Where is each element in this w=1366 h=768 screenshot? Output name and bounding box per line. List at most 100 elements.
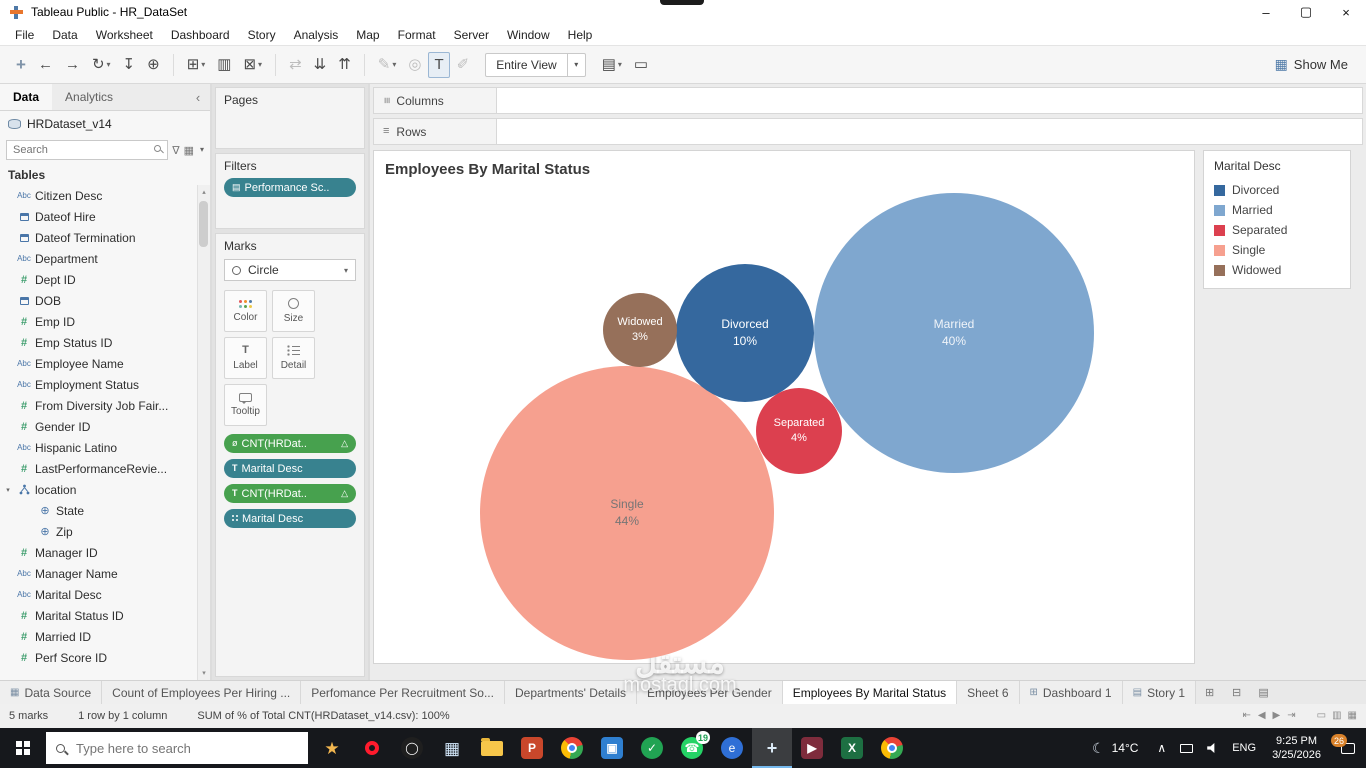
field-marital-status-id[interactable]: #Marital Status ID <box>0 605 197 626</box>
bubble-separated[interactable]: Separated4% <box>756 388 842 474</box>
first-sheet-icon[interactable]: ⇤ <box>1242 711 1250 721</box>
sparkle-app-icon[interactable]: ★ <box>312 728 352 768</box>
show-sheet-sorter-icon[interactable]: ▦ <box>1348 711 1357 721</box>
highlight-button[interactable]: ✎▾ <box>373 52 402 78</box>
bubble-divorced[interactable]: Divorced10% <box>676 264 814 402</box>
excel-icon[interactable]: X <box>832 728 872 768</box>
bubble-widowed[interactable]: Widowed3% <box>603 293 677 367</box>
file-explorer-icon[interactable] <box>472 728 512 768</box>
menu-item-help[interactable]: Help <box>559 28 602 42</box>
fix-axes-button[interactable]: ✐ <box>452 52 475 78</box>
sort-ascending-button[interactable]: ⇊ <box>309 52 332 78</box>
fit-dropdown[interactable]: Entire View▾ <box>485 53 585 77</box>
display-tray-icon[interactable] <box>1173 728 1200 768</box>
show-hidden-icons-button[interactable]: ∧ <box>1150 728 1173 768</box>
marks-pill-cnt-hrdat-2[interactable]: TCNT(HRDat..△ <box>224 484 356 503</box>
field-manager-name[interactable]: AbcManager Name <box>0 563 197 584</box>
scroll-down-icon[interactable]: ▾ <box>202 669 206 677</box>
legend-item-widowed[interactable]: Widowed <box>1204 260 1350 280</box>
mark-type-dropdown[interactable]: Circle ▾ <box>224 259 356 281</box>
marks-pill-marital-desc-3[interactable]: Marital Desc <box>224 509 356 528</box>
save-button[interactable]: ↧ <box>118 52 141 78</box>
presentation-mode-button[interactable]: ▭ <box>629 52 653 78</box>
sheet-tab-dashboard-1[interactable]: ⊞Dashboard 1 <box>1020 681 1123 704</box>
field-list-scrollbar[interactable]: ▴ ▾ <box>197 185 210 680</box>
field-dateof-hire[interactable]: Dateof Hire <box>0 206 197 227</box>
new-story-tab-button[interactable]: ▤ <box>1250 681 1277 704</box>
search-box[interactable] <box>6 140 168 160</box>
columns-drop-area[interactable] <box>497 87 1363 114</box>
field-manager-id[interactable]: #Manager ID <box>0 542 197 563</box>
legend-item-single[interactable]: Single <box>1204 240 1350 260</box>
duplicate-button[interactable]: ▥ <box>212 52 236 78</box>
field-dept-id[interactable]: #Dept ID <box>0 269 197 290</box>
weather-widget[interactable]: ☾ 14°C <box>1080 740 1150 757</box>
field-emp-status-id[interactable]: #Emp Status ID <box>0 332 197 353</box>
menu-item-worksheet[interactable]: Worksheet <box>87 28 162 42</box>
search-input[interactable] <box>7 144 167 156</box>
menu-item-file[interactable]: File <box>6 28 43 42</box>
previous-sheet-icon[interactable]: ◀ <box>1258 711 1266 721</box>
clear-sheet-button[interactable]: ⊠▾ <box>238 52 267 78</box>
browser-app-icon[interactable]: e <box>712 728 752 768</box>
new-worksheet-tab-button[interactable]: ⊞ <box>1196 681 1223 704</box>
task-view-icon[interactable]: ▦ <box>432 728 472 768</box>
last-sheet-icon[interactable]: ⇥ <box>1287 711 1295 721</box>
replay-button[interactable]: ↻▾ <box>87 52 116 78</box>
start-button[interactable] <box>0 728 46 768</box>
language-indicator[interactable]: ENG <box>1225 728 1263 768</box>
field-hispanic-latino[interactable]: AbcHispanic Latino <box>0 437 197 458</box>
legend-item-separated[interactable]: Separated <box>1204 220 1350 240</box>
sheet-tab-count-of-employees-per-hiring[interactable]: Count of Employees Per Hiring ... <box>102 681 301 704</box>
field-citizen-desc[interactable]: AbcCitizen Desc <box>0 185 197 206</box>
new-worksheet-button[interactable]: ⊞▾ <box>182 52 211 78</box>
field-marital-desc[interactable]: AbcMarital Desc <box>0 584 197 605</box>
show-tabs-icon[interactable]: ▭ <box>1317 711 1326 721</box>
field-employee-name[interactable]: AbcEmployee Name <box>0 353 197 374</box>
bubble-married[interactable]: Married40% <box>814 193 1094 473</box>
view-options-caret-icon[interactable]: ▾ <box>200 146 204 154</box>
tab-analytics[interactable]: Analytics <box>52 84 126 110</box>
field-location[interactable]: ▾location <box>0 479 197 500</box>
mark-button-label[interactable]: TLabel <box>224 337 267 379</box>
marks-pill-marital-desc-1[interactable]: TMarital Desc <box>224 459 356 478</box>
sheet-tab-data-source[interactable]: ▦Data Source <box>0 681 102 704</box>
scroll-up-icon[interactable]: ▴ <box>202 188 206 196</box>
swap-rows-columns-button[interactable]: ⇄ <box>284 52 307 78</box>
pages-card[interactable]: Pages <box>215 87 365 149</box>
mark-button-color[interactable]: Color <box>224 290 267 332</box>
powerpoint-icon[interactable]: P <box>512 728 552 768</box>
taskbar-search-input[interactable] <box>74 740 298 757</box>
sheet-tab-sheet-6[interactable]: Sheet 6 <box>957 681 1019 704</box>
menu-item-window[interactable]: Window <box>498 28 559 42</box>
menu-item-data[interactable]: Data <box>43 28 86 42</box>
show-mark-labels-button[interactable]: T <box>428 52 449 78</box>
rows-drop-area[interactable] <box>497 118 1363 145</box>
filters-card[interactable]: Filters ▤Performance Sc.. <box>215 153 365 229</box>
field-gender-id[interactable]: #Gender ID <box>0 416 197 437</box>
menu-item-story[interactable]: Story <box>239 28 285 42</box>
datasource-row[interactable]: HRDataset_v14 <box>0 111 210 137</box>
volume-tray-icon[interactable] <box>1200 728 1225 768</box>
menu-item-dashboard[interactable]: Dashboard <box>162 28 239 42</box>
whatsapp-icon[interactable]: ☎19 <box>672 728 712 768</box>
legend-item-divorced[interactable]: Divorced <box>1204 180 1350 200</box>
close-button[interactable]: × <box>1326 0 1366 24</box>
scrollbar-thumb[interactable] <box>199 201 208 247</box>
new-datasource-button[interactable]: ⊕ <box>142 52 165 78</box>
minimize-button[interactable]: – <box>1246 0 1286 24</box>
clock[interactable]: 9:25 PM 3/25/2026 <box>1263 734 1330 763</box>
chrome-icon[interactable] <box>552 728 592 768</box>
sheet-tab-perfomance-per-recruitment-so[interactable]: Perfomance Per Recruitment So... <box>301 681 505 704</box>
redo-button[interactable]: → <box>60 52 85 78</box>
new-dashboard-tab-button[interactable]: ⊟ <box>1223 681 1250 704</box>
mark-button-detail[interactable]: Detail <box>272 337 315 379</box>
field-department[interactable]: AbcDepartment <box>0 248 197 269</box>
group-members-button[interactable]: ◎ <box>403 52 426 78</box>
bubble-single[interactable]: Single44% <box>480 366 774 660</box>
view-options-icon[interactable]: ▦ <box>184 144 194 157</box>
mark-button-size[interactable]: Size <box>272 290 315 332</box>
field-dateof-termination[interactable]: Dateof Termination <box>0 227 197 248</box>
show-hide-cards-button[interactable]: ▤▾ <box>597 52 627 78</box>
menu-item-format[interactable]: Format <box>389 28 445 42</box>
